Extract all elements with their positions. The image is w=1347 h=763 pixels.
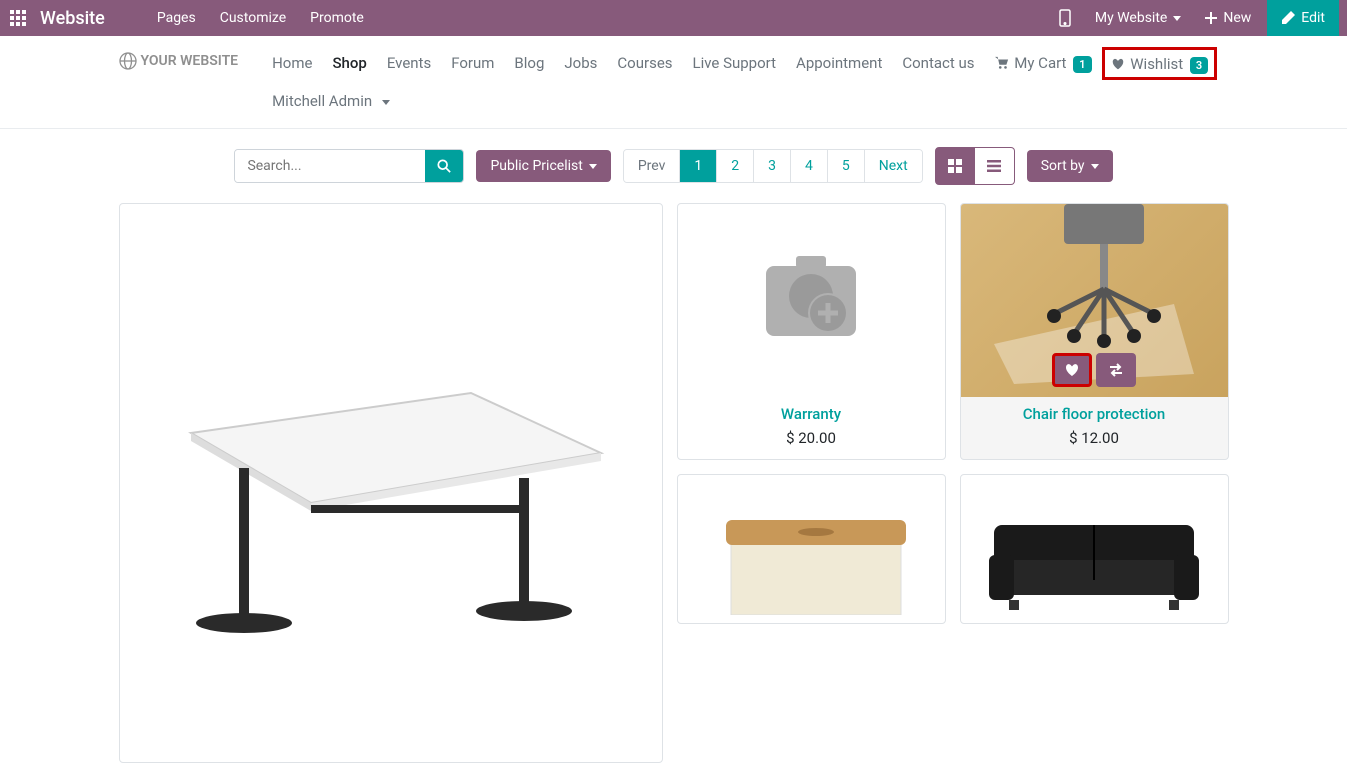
nav-jobs[interactable]: Jobs xyxy=(554,44,607,82)
page-5[interactable]: 5 xyxy=(828,150,865,182)
pricelist-dropdown[interactable]: Public Pricelist xyxy=(476,150,610,182)
heart-icon xyxy=(1111,57,1125,71)
cart-badge: 1 xyxy=(1073,56,1091,73)
topbar-promote[interactable]: Promote xyxy=(298,10,376,26)
product-card-sofa[interactable] xyxy=(960,474,1229,624)
app-title: Website xyxy=(40,8,105,29)
list-icon xyxy=(987,159,1001,173)
product-card-chair-protection[interactable]: Chair floor protection $ 12.00 xyxy=(960,203,1229,460)
box-image xyxy=(701,485,921,615)
apps-icon[interactable] xyxy=(8,8,28,28)
nav-shop[interactable]: Shop xyxy=(322,44,376,82)
heart-icon xyxy=(1064,362,1080,378)
site-logo[interactable]: YOUR WEBSITE xyxy=(119,52,239,70)
sort-label: Sort by xyxy=(1041,158,1085,174)
nav-live-support[interactable]: Live Support xyxy=(683,44,787,82)
wishlist-label: Wishlist xyxy=(1130,55,1183,73)
nav-home[interactable]: Home xyxy=(262,44,322,82)
sofa-image xyxy=(974,485,1214,615)
page-prev[interactable]: Prev xyxy=(624,150,681,182)
wishlist-badge: 3 xyxy=(1190,57,1208,74)
nav-appointment[interactable]: Appointment xyxy=(786,44,892,82)
my-website-dropdown[interactable]: My Website xyxy=(1083,10,1193,26)
product-card-desk[interactable] xyxy=(119,203,663,763)
desk-image xyxy=(161,313,621,653)
compare-icon xyxy=(1108,362,1124,378)
nav-contact[interactable]: Contact us xyxy=(892,44,984,82)
sort-dropdown[interactable]: Sort by xyxy=(1027,150,1113,182)
list-view-button[interactable] xyxy=(975,147,1015,185)
pagination: Prev 1 2 3 4 5 Next xyxy=(623,149,923,183)
product-card-warranty[interactable]: Warranty $ 20.00 xyxy=(677,203,946,460)
product-price: $ 20.00 xyxy=(678,429,945,447)
nav-cart[interactable]: My Cart 1 xyxy=(985,44,1102,82)
page-next[interactable]: Next xyxy=(865,150,922,182)
user-name: Mitchell Admin xyxy=(272,92,372,110)
mobile-preview-icon[interactable] xyxy=(1047,9,1083,27)
edit-label: Edit xyxy=(1301,10,1325,26)
nav-courses[interactable]: Courses xyxy=(607,44,682,82)
topbar-customize[interactable]: Customize xyxy=(208,10,298,26)
search-group xyxy=(234,149,464,183)
product-card-box[interactable] xyxy=(677,474,946,624)
new-button[interactable]: New xyxy=(1193,10,1263,26)
product-price: $ 12.00 xyxy=(961,429,1228,447)
page-2[interactable]: 2 xyxy=(717,150,754,182)
edit-button[interactable]: Edit xyxy=(1267,0,1339,36)
compare-button[interactable] xyxy=(1096,353,1136,387)
search-icon xyxy=(437,159,451,173)
nav-events[interactable]: Events xyxy=(377,44,441,82)
cart-label: My Cart xyxy=(1014,54,1066,72)
add-wishlist-button[interactable] xyxy=(1052,353,1092,387)
topbar-pages[interactable]: Pages xyxy=(145,10,208,26)
nav-user-dropdown[interactable]: Mitchell Admin xyxy=(262,82,1228,120)
product-title: Chair floor protection xyxy=(961,405,1228,423)
new-label: New xyxy=(1223,10,1251,26)
page-1[interactable]: 1 xyxy=(680,150,717,182)
view-toggle xyxy=(935,147,1015,185)
grid-view-button[interactable] xyxy=(935,147,975,185)
product-title: Warranty xyxy=(678,405,945,423)
placeholder-image-icon xyxy=(736,241,886,361)
page-4[interactable]: 4 xyxy=(791,150,828,182)
cart-icon xyxy=(995,56,1009,70)
page-3[interactable]: 3 xyxy=(754,150,791,182)
site-logo-text: YOUR WEBSITE xyxy=(141,53,239,69)
grid-icon xyxy=(948,159,962,173)
search-input[interactable] xyxy=(235,150,425,182)
nav-blog[interactable]: Blog xyxy=(504,44,554,82)
search-button[interactable] xyxy=(425,150,463,182)
my-website-label: My Website xyxy=(1095,10,1167,26)
nav-wishlist[interactable]: Wishlist 3 xyxy=(1107,49,1213,79)
pricelist-label: Public Pricelist xyxy=(490,158,582,174)
nav-forum[interactable]: Forum xyxy=(441,44,504,82)
